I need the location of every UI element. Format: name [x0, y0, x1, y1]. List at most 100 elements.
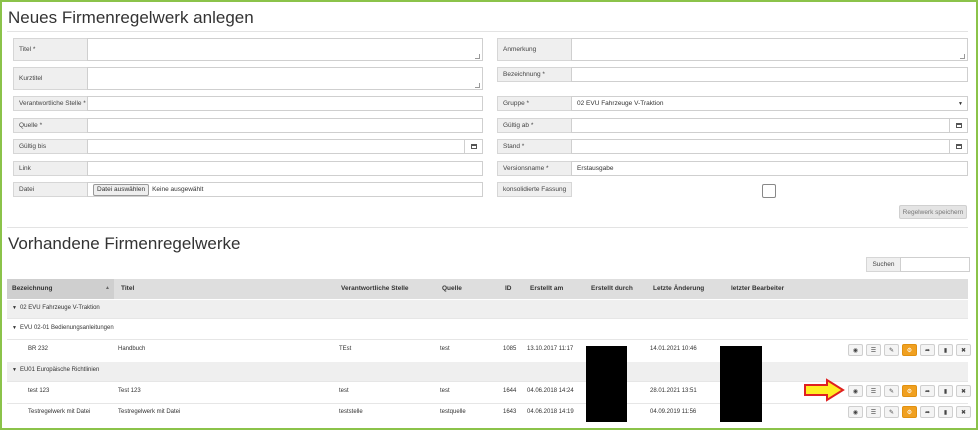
col-bezeichnung[interactable]: Bezeichnung — [12, 285, 52, 292]
label-kurztitel: Kurztitel — [13, 67, 88, 90]
resize-handle-icon[interactable] — [475, 83, 480, 88]
view-button[interactable]: ◉ — [848, 344, 863, 356]
cell-bezeichnung: Testregelwerk mit Datei — [28, 409, 91, 415]
group-label: EU01 Europäische Richtlinien — [19, 367, 100, 373]
table-header — [7, 279, 968, 299]
row-divider — [7, 403, 968, 404]
resize-handle-icon[interactable] — [475, 54, 480, 59]
delete-button[interactable]: ✖ — [956, 385, 971, 397]
quelle-field[interactable] — [87, 118, 483, 133]
label-link: Link — [13, 161, 88, 176]
gueltig-bis-calendar-button[interactable] — [465, 139, 483, 154]
gueltig-ab-field[interactable] — [571, 118, 950, 133]
database-icon: ☰ — [870, 388, 877, 395]
cell-stelle: test — [339, 388, 349, 394]
col-verantwortliche-stelle[interactable]: Verantwortliche Stelle — [341, 285, 409, 292]
edit-button[interactable]: ✎ — [884, 385, 899, 397]
anmerkung-field[interactable] — [571, 38, 968, 61]
chevron-down-icon: ▼ — [958, 100, 963, 107]
edit-button[interactable]: ✎ — [884, 406, 899, 418]
row-actions: ◉ ☰ ✎ ⚙ ➦ ▮ ✖ — [848, 385, 971, 397]
datei-auswaehlen-button[interactable]: Datei auswählen — [93, 183, 150, 196]
row-divider — [7, 339, 968, 340]
share-icon: ➦ — [924, 347, 931, 354]
regelwerk-speichern-button[interactable]: Regelwerk speichern — [899, 205, 967, 219]
edit-icon: ✎ — [888, 388, 895, 395]
redaction-block — [720, 346, 762, 422]
col-erstellt-am[interactable]: Erstellt am — [530, 285, 563, 292]
redaction-block — [586, 346, 627, 422]
stand-field[interactable] — [571, 139, 950, 154]
database-button[interactable]: ☰ — [866, 344, 881, 356]
edit-button[interactable]: ✎ — [884, 344, 899, 356]
versionsname-field[interactable]: Erstausgabe — [571, 161, 968, 176]
group-label: 02 EVU Fahrzeuge V-Traktion — [19, 305, 100, 311]
row-actions: ◉ ☰ ✎ ⚙ ➦ ▮ ✖ — [848, 344, 971, 356]
gueltig-ab-calendar-button[interactable] — [950, 118, 968, 133]
settings-button[interactable]: ⚙ — [902, 406, 917, 418]
delete-button[interactable]: ✖ — [956, 344, 971, 356]
caret-down-icon: ▼ — [12, 325, 17, 331]
database-button[interactable]: ☰ — [866, 406, 881, 418]
cell-id: 1643 — [503, 409, 517, 415]
form-title: Neues Firmenregelwerk anlegen — [8, 8, 254, 27]
verantwortliche-stelle-field[interactable] — [87, 96, 483, 111]
col-quelle[interactable]: Quelle — [442, 285, 462, 292]
trash-icon: ✖ — [960, 388, 967, 395]
konsolidierte-fassung-checkbox[interactable] — [762, 184, 776, 198]
share-button[interactable]: ➦ — [920, 344, 935, 356]
label-gueltig-ab: Gültig ab * — [497, 118, 572, 133]
settings-button[interactable]: ⚙ — [902, 385, 917, 397]
label-anmerkung: Anmerkung — [497, 38, 572, 61]
col-titel[interactable]: Titel — [121, 285, 134, 292]
share-icon: ➦ — [924, 409, 931, 416]
view-button[interactable]: ◉ — [848, 385, 863, 397]
trash-icon: ✖ — [960, 409, 967, 416]
share-button[interactable]: ➦ — [920, 385, 935, 397]
cell-letzte-aenderung: 04.09.2019 11:56 — [650, 409, 697, 415]
col-letzte-aenderung[interactable]: Letzte Änderung — [653, 285, 704, 292]
cell-stelle: TEst — [339, 346, 352, 352]
eye-icon: ◉ — [852, 388, 859, 395]
database-icon: ☰ — [870, 347, 877, 354]
gear-icon: ⚙ — [906, 347, 913, 354]
col-id[interactable]: ID — [505, 285, 512, 292]
share-button[interactable]: ➦ — [920, 406, 935, 418]
caret-down-icon: ▼ — [12, 305, 17, 311]
label-quelle: Quelle * — [13, 118, 88, 133]
settings-button[interactable]: ⚙ — [902, 344, 917, 356]
section-divider — [7, 227, 968, 228]
titel-field[interactable] — [87, 38, 483, 61]
sort-asc-icon: ▲ — [105, 285, 110, 291]
link-field[interactable] — [87, 161, 483, 176]
col-erstellt-durch[interactable]: Erstellt durch — [591, 285, 633, 292]
book-button[interactable]: ▮ — [938, 344, 953, 356]
search-input[interactable] — [900, 257, 970, 272]
database-button[interactable]: ☰ — [866, 385, 881, 397]
kurztitel-field[interactable] — [87, 67, 483, 90]
group-row-label[interactable]: ▼ EVU 02-01 Bedienungsanleitungen — [12, 325, 114, 331]
group-label: EVU 02-01 Bedienungsanleitungen — [19, 325, 114, 331]
gruppe-select[interactable]: 02 EVU Fahrzeuge V-Traktion ▼ — [571, 96, 968, 111]
bezeichnung-field[interactable] — [571, 67, 968, 82]
group-row[interactable] — [7, 300, 968, 318]
row-actions: ◉ ☰ ✎ ⚙ ➦ ▮ ✖ — [848, 406, 971, 418]
col-letzter-bearbeiter[interactable]: letzter Bearbeiter — [731, 285, 784, 292]
gueltig-bis-field[interactable] — [87, 139, 465, 154]
stand-calendar-button[interactable] — [950, 139, 968, 154]
delete-button[interactable]: ✖ — [956, 406, 971, 418]
trash-icon: ✖ — [960, 347, 967, 354]
label-gruppe: Gruppe * — [497, 96, 572, 111]
datei-status: Keine ausgewählt — [152, 186, 204, 193]
book-button[interactable]: ▮ — [938, 406, 953, 418]
resize-handle-icon[interactable] — [960, 54, 965, 59]
book-button[interactable]: ▮ — [938, 385, 953, 397]
book-icon: ▮ — [943, 409, 948, 416]
caret-down-icon: ▼ — [12, 367, 17, 373]
cell-bezeichnung: test 123 — [28, 388, 50, 394]
cell-bezeichnung: BR 232 — [28, 346, 49, 352]
cell-erstellt-am: 04.06.2018 14:19 — [527, 409, 574, 415]
view-button[interactable]: ◉ — [848, 406, 863, 418]
label-datei: Datei — [13, 182, 88, 197]
group-row-label: ▼ 02 EVU Fahrzeuge V-Traktion — [12, 305, 100, 311]
